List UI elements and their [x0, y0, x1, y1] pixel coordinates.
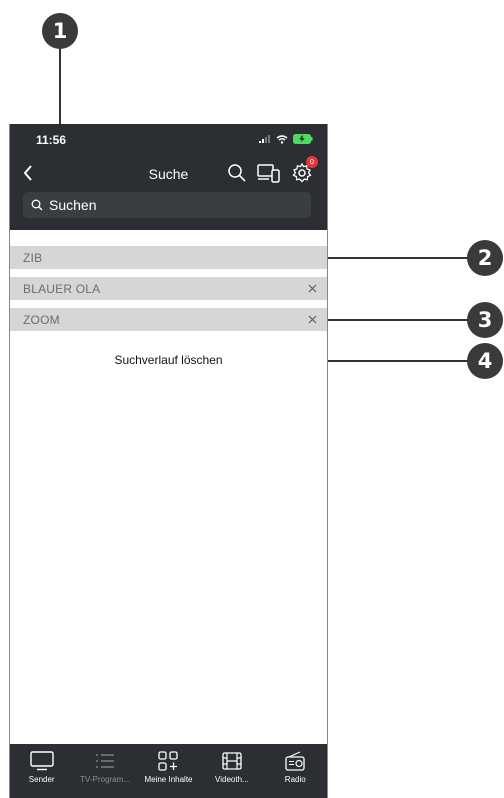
callout-3-line: [318, 319, 472, 321]
callout-1-badge: 1: [42, 13, 78, 49]
history-item-label: BLAUER OLA: [23, 281, 101, 296]
remove-history-button[interactable]: [305, 313, 319, 327]
search-small-icon: [31, 199, 43, 211]
status-time: 11:56: [36, 133, 67, 147]
remove-history-button[interactable]: [305, 282, 319, 296]
history-item-label: ZOOM: [23, 312, 60, 327]
signal-icon: [259, 135, 270, 143]
tab-label: TV-Program...: [80, 775, 130, 784]
status-icons: [259, 134, 313, 144]
close-icon: [308, 315, 316, 324]
search-field[interactable]: [23, 192, 311, 218]
search-input[interactable]: [49, 197, 289, 213]
tab-sender[interactable]: Sender: [10, 744, 73, 784]
history-item-zib[interactable]: ZIB: [10, 246, 327, 269]
history-item-blauer-ola[interactable]: BLAUER OLA: [10, 277, 327, 300]
callout-4-badge: 4: [467, 343, 503, 379]
history-item-zoom[interactable]: ZOOM: [10, 308, 327, 331]
tab-label: Videoth...: [215, 775, 249, 784]
callout-3-badge: 3: [467, 302, 503, 338]
history-item-label: ZIB: [23, 250, 43, 265]
settings-button[interactable]: 0: [291, 156, 318, 184]
wifi-icon: [276, 134, 288, 144]
search-icon[interactable]: [227, 163, 247, 183]
tv-icon: [29, 751, 54, 771]
notification-badge: 0: [306, 156, 318, 168]
tab-label: Meine Inhalte: [144, 775, 193, 784]
radio-icon: [285, 751, 305, 771]
clear-history-link[interactable]: Suchverlauf löschen: [10, 353, 327, 367]
header-actions: 0: [227, 156, 318, 184]
top-bar: 11:56 Suche 0 Suchen: [10, 124, 327, 230]
list-icon: [96, 754, 115, 768]
phone-screen: 11:56 Suche 0 Suchen ZIB BLAUER OLA ZOOM…: [9, 124, 328, 798]
devices-icon[interactable]: [257, 163, 281, 183]
tab-label: Sender: [28, 775, 55, 784]
grid-plus-icon: [158, 751, 179, 771]
film-icon: [222, 752, 242, 770]
tab-label: Radio: [284, 775, 306, 784]
callout-2-badge: 2: [467, 240, 503, 276]
tab-tv-programm[interactable]: TV-Program...: [74, 744, 137, 784]
tab-meine-inhalte[interactable]: Meine Inhalte: [137, 744, 200, 784]
battery-icon: [293, 134, 313, 144]
tab-videothek[interactable]: Videoth...: [200, 744, 263, 784]
close-icon: [308, 284, 316, 293]
bottom-tab-bar: Sender TV-Program... Meine Inhalte Video…: [10, 744, 327, 798]
tab-radio[interactable]: Radio: [264, 744, 327, 784]
